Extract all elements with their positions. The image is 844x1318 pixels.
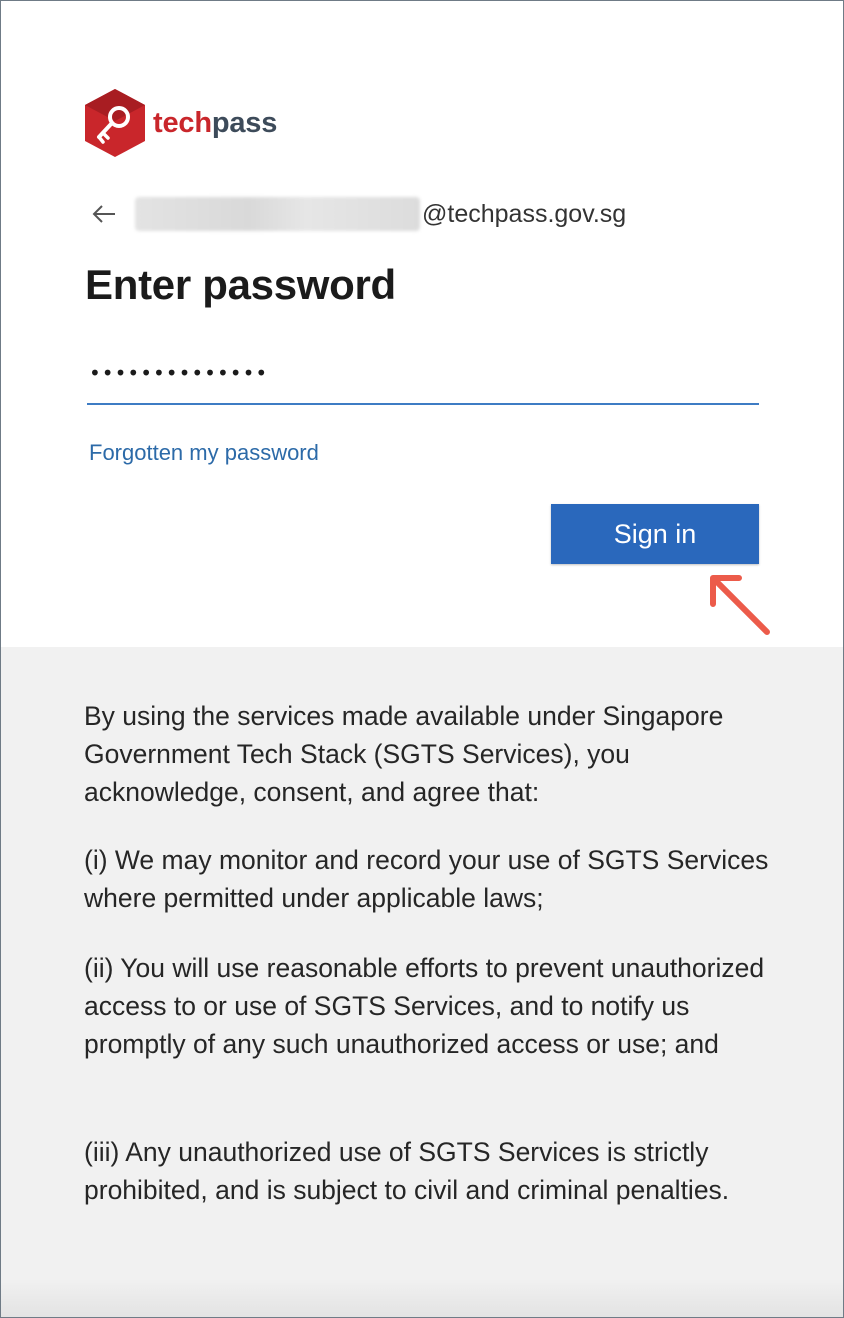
back-arrow-icon[interactable] [91, 204, 117, 224]
account-identity: @techpass.gov.sg [91, 197, 626, 231]
key-hexagon-icon [85, 89, 145, 157]
notice-item-3: (iii) Any unauthorized use of SGTS Servi… [84, 1137, 730, 1205]
brand-name-part2: pass [211, 106, 278, 139]
page-title: Enter password [85, 261, 396, 308]
password-input[interactable] [87, 343, 759, 405]
bottom-shade [1, 1279, 843, 1317]
terms-notice: By using the services made available und… [1, 647, 843, 1317]
login-card: techpass @techpass.gov.sg Enter password… [1, 1, 843, 647]
notice-intro: By using the services made available und… [84, 701, 724, 807]
sign-in-button[interactable]: Sign in [551, 504, 759, 564]
forgot-password-link[interactable]: Forgotten my password [89, 440, 319, 466]
email-domain: @techpass.gov.sg [422, 199, 627, 228]
notice-item-1: (i) We may monitor and record your use o… [84, 845, 769, 913]
notice-item-2: (ii) You will use reasonable efforts to … [84, 953, 765, 1059]
redacted-username [135, 197, 420, 231]
brand-name-part1: tech [153, 106, 212, 139]
pointer-arrow-icon [710, 575, 770, 635]
techpass-logo: techpass [81, 87, 277, 159]
brand-name: techpass [153, 107, 277, 140]
login-window: techpass @techpass.gov.sg Enter password… [0, 0, 844, 1318]
